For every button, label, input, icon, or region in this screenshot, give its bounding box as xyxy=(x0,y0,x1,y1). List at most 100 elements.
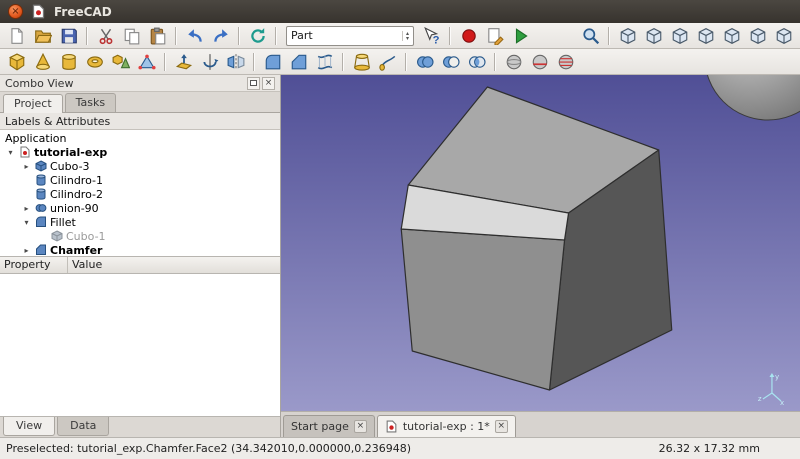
cylinder-icon xyxy=(35,188,47,200)
redo-button[interactable] xyxy=(208,24,233,47)
part-boolean-cut-icon xyxy=(442,53,460,71)
new-document-icon xyxy=(8,27,26,45)
view-top-button[interactable] xyxy=(667,24,692,47)
part-box-button[interactable] xyxy=(4,50,29,73)
toolbar-part-workbench xyxy=(0,49,800,75)
freecad-document-icon xyxy=(385,420,398,433)
view-front-button[interactable] xyxy=(641,24,666,47)
part-sweep-button[interactable] xyxy=(375,50,400,73)
tab-view-label: View xyxy=(16,419,42,432)
window-close-button[interactable]: × xyxy=(8,4,23,19)
workbench-selector[interactable]: Part ▴ ▾ xyxy=(286,26,414,46)
record-macro-button[interactable] xyxy=(456,24,481,47)
panel-close-button[interactable]: × xyxy=(262,77,275,90)
fit-all-button[interactable] xyxy=(578,24,603,47)
tree-item-cilindro-2[interactable]: Cilindro-2 xyxy=(0,187,280,201)
new-document-button[interactable] xyxy=(4,24,29,47)
whats-this-button[interactable] xyxy=(419,24,444,47)
tab-close-icon[interactable]: × xyxy=(354,420,367,433)
tab-tutorial-exp[interactable]: tutorial-exp : 1* × xyxy=(377,415,516,437)
tree-item-chamfer[interactable]: ▸ Chamfer xyxy=(0,243,280,257)
tab-view[interactable]: View xyxy=(3,417,55,436)
expander-open-icon[interactable]: ▾ xyxy=(21,218,32,227)
combo-spinner-icon[interactable]: ▴ ▾ xyxy=(402,31,409,41)
float-icon xyxy=(250,80,257,86)
tab-start-page[interactable]: Start page × xyxy=(283,415,375,437)
part-section-button[interactable] xyxy=(527,50,552,73)
part-revolve-button[interactable] xyxy=(197,50,222,73)
tree-item-cilindro-1[interactable]: Cilindro-1 xyxy=(0,173,280,187)
tree-item-cubo-3[interactable]: ▸ Cubo-3 xyxy=(0,159,280,173)
combo-view-header: Combo View × xyxy=(0,75,280,92)
refresh-button[interactable] xyxy=(245,24,270,47)
part-cylinder-button[interactable] xyxy=(56,50,81,73)
tree-item-tutorial-exp[interactable]: ▾ tutorial-exp xyxy=(0,145,280,159)
expander-closed-icon[interactable]: ▸ xyxy=(21,204,32,213)
property-column-header[interactable]: Property xyxy=(0,257,68,273)
toolbar-separator xyxy=(253,53,255,71)
tab-tasks[interactable]: Tasks xyxy=(65,93,116,112)
toolbar-separator xyxy=(449,27,451,45)
toolbar-separator xyxy=(405,53,407,71)
cut-button[interactable] xyxy=(93,24,118,47)
part-mirror-button[interactable] xyxy=(223,50,248,73)
part-torus-button[interactable] xyxy=(82,50,107,73)
expander-open-icon[interactable]: ▾ xyxy=(5,148,16,157)
part-cross-sections-button[interactable] xyxy=(553,50,578,73)
tab-start-page-label: Start page xyxy=(291,420,349,433)
tree-item-cubo-1[interactable]: Cubo-1 xyxy=(0,229,280,243)
spin-down-icon[interactable]: ▾ xyxy=(406,36,409,41)
toolbar-separator xyxy=(494,53,496,71)
toolbar-separator xyxy=(164,53,166,71)
part-section-icon xyxy=(531,53,549,71)
expander-closed-icon[interactable]: ▸ xyxy=(21,246,32,255)
model-tree: Application ▾ tutorial-exp ▸ Cubo-3 Cili… xyxy=(0,130,280,257)
part-boolean-union-button[interactable] xyxy=(412,50,437,73)
3d-scene[interactable]: y x z xyxy=(281,75,800,411)
tab-close-icon[interactable]: × xyxy=(495,420,508,433)
open-document-button[interactable] xyxy=(30,24,55,47)
undo-button[interactable] xyxy=(182,24,207,47)
part-shape-builder-button[interactable] xyxy=(134,50,159,73)
execute-macro-button[interactable] xyxy=(508,24,533,47)
view-axonometric-button[interactable] xyxy=(615,24,640,47)
tree-item-fillet[interactable]: ▾ Fillet xyxy=(0,215,280,229)
part-appearance-button[interactable] xyxy=(501,50,526,73)
part-fillet-button[interactable] xyxy=(260,50,285,73)
toolbar-separator xyxy=(608,27,610,45)
part-boolean-cut-button[interactable] xyxy=(438,50,463,73)
part-chamfer-button[interactable] xyxy=(286,50,311,73)
tab-project[interactable]: Project xyxy=(3,94,63,113)
part-boolean-common-button[interactable] xyxy=(464,50,489,73)
tree-item-label: Fillet xyxy=(50,216,76,229)
tree-item-union-90[interactable]: ▸ union-90 xyxy=(0,201,280,215)
3d-viewport[interactable]: y x z xyxy=(281,75,800,411)
edit-macro-button[interactable] xyxy=(482,24,507,47)
part-cone-button[interactable] xyxy=(30,50,55,73)
save-button[interactable] xyxy=(56,24,81,47)
part-torus-icon xyxy=(86,53,104,71)
part-extrude-button[interactable] xyxy=(171,50,196,73)
tree-item-application[interactable]: Application xyxy=(0,131,280,145)
view-bottom-button[interactable] xyxy=(745,24,770,47)
tree-item-label: Cubo-3 xyxy=(50,160,90,173)
property-table-body[interactable] xyxy=(0,274,280,417)
value-column-header[interactable]: Value xyxy=(68,257,280,273)
part-loft-button[interactable] xyxy=(349,50,374,73)
expander-closed-icon[interactable]: ▸ xyxy=(21,162,32,171)
copy-button[interactable] xyxy=(119,24,144,47)
part-ruled-surface-button[interactable] xyxy=(312,50,337,73)
panel-float-button[interactable] xyxy=(247,77,260,90)
combo-view-panel: Combo View × Project Tasks Labels & Attr… xyxy=(0,75,281,437)
part-primitives-button[interactable] xyxy=(108,50,133,73)
view-right-button[interactable] xyxy=(693,24,718,47)
save-icon xyxy=(60,27,78,45)
view-left-button[interactable] xyxy=(771,24,796,47)
tab-data[interactable]: Data xyxy=(57,417,109,436)
axis-z-label: z xyxy=(758,395,762,403)
labels-attributes-header: Labels & Attributes xyxy=(0,113,280,130)
paste-icon xyxy=(149,27,167,45)
paste-button[interactable] xyxy=(145,24,170,47)
toolbar-separator xyxy=(275,27,277,45)
view-rear-button[interactable] xyxy=(719,24,744,47)
